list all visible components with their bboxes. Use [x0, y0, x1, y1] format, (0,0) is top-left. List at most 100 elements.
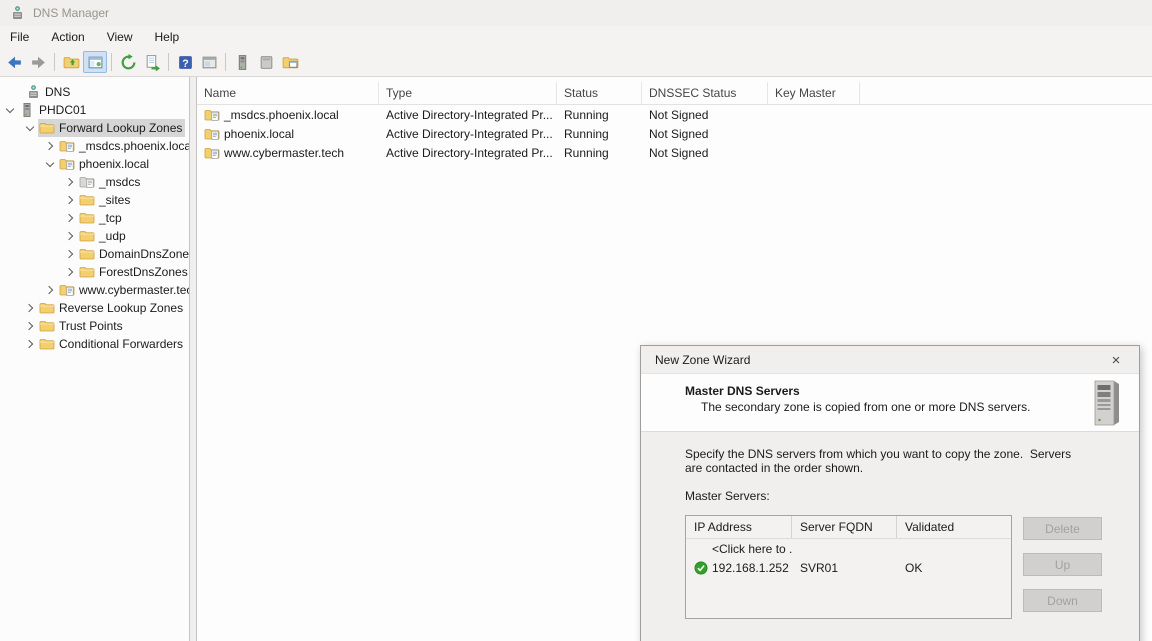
tree-item-forestdnszones[interactable]: ForestDnsZones: [0, 263, 189, 281]
back-arrow-icon[interactable]: [2, 51, 26, 73]
chevron-right-icon[interactable]: [22, 341, 38, 347]
chevron-right-icon[interactable]: [62, 197, 78, 203]
wizard-instruction: Specify the DNS servers from which you w…: [685, 447, 1077, 475]
column-header-key-master[interactable]: Key Master: [768, 82, 860, 104]
tree-item--msdcs[interactable]: _msdcs: [0, 173, 189, 191]
close-icon[interactable]: ×: [1105, 350, 1127, 370]
properties-window-icon[interactable]: [197, 51, 221, 73]
window-pane-icon[interactable]: [254, 51, 278, 73]
tree-item-body: phoenix.local: [58, 155, 152, 173]
delete-button[interactable]: Delete: [1023, 517, 1102, 540]
tree-item-label: Forward Lookup Zones: [59, 121, 182, 135]
tree-item-body: Reverse Lookup Zones: [38, 299, 186, 317]
tree-item-label: _udp: [99, 229, 126, 243]
toolbar: ?: [0, 48, 1152, 77]
chevron-right-icon[interactable]: [62, 215, 78, 221]
chevron-right-icon[interactable]: [62, 233, 78, 239]
ms-column-header-ip-address[interactable]: IP Address: [686, 516, 792, 538]
zone-row-phoenix-local[interactable]: phoenix.localActive Directory-Integrated…: [197, 124, 1152, 143]
ms-ip-cell[interactable]: <Click here to ...: [686, 542, 792, 556]
zone-status: Running: [557, 146, 642, 160]
ms-ip-cell[interactable]: 192.168.1.252: [686, 561, 792, 575]
forward-arrow-icon[interactable]: [26, 51, 50, 73]
tree-item-label: Trust Points: [59, 319, 123, 333]
chevron-down-icon[interactable]: [42, 162, 58, 166]
list-header: NameTypeStatusDNSSEC StatusKey Master: [197, 82, 1152, 105]
console-tree: DNS PHDC01 Forward Lookup Zones _msdcs.phoe…: [0, 77, 190, 641]
menu-bar: File Action View Help: [0, 26, 1152, 48]
wizard-page-title: Master DNS Servers: [685, 384, 800, 398]
folder-icon: [79, 264, 95, 280]
server-stack-icon[interactable]: [230, 51, 254, 73]
zone-name: phoenix.local: [224, 127, 294, 141]
zone-row--msdcs-phoenix-local[interactable]: _msdcs.phoenix.localActive Directory-Int…: [197, 105, 1152, 124]
refresh-icon[interactable]: [116, 51, 140, 73]
zone-icon: [59, 282, 75, 298]
tree-item--udp[interactable]: _udp: [0, 227, 189, 245]
zone-name: _msdcs.phoenix.local: [224, 108, 339, 122]
tree-item--tcp[interactable]: _tcp: [0, 209, 189, 227]
tree-item-www-cybermaster-tech[interactable]: www.cybermaster.tech: [0, 281, 189, 299]
tree-item--sites[interactable]: _sites: [0, 191, 189, 209]
chevron-right-icon[interactable]: [42, 143, 58, 149]
tree-item-label: DNS: [45, 85, 70, 99]
zone-row-www-cybermaster-tech[interactable]: www.cybermaster.techActive Directory-Int…: [197, 143, 1152, 162]
folder-window-icon[interactable]: [278, 51, 302, 73]
column-header-dnssec-status[interactable]: DNSSEC Status: [642, 82, 768, 104]
ms-column-header-server-fqdn[interactable]: Server FQDN: [792, 516, 897, 538]
toolbar-separator: [225, 53, 226, 71]
master-server-row-1[interactable]: 192.168.1.252SVR01OK: [686, 558, 1011, 577]
menu-item-file[interactable]: File: [2, 28, 37, 46]
column-header-status[interactable]: Status: [557, 82, 642, 104]
tree-item-reverse-lookup-zones[interactable]: Reverse Lookup Zones: [0, 299, 189, 317]
tree-item-label: DomainDnsZones: [99, 247, 190, 261]
export-list-icon[interactable]: [140, 51, 164, 73]
up-one-level-icon[interactable]: [59, 51, 83, 73]
tree-item-phoenix-local[interactable]: phoenix.local: [0, 155, 189, 173]
ms-fqdn-cell: SVR01: [792, 561, 897, 575]
menu-item-action[interactable]: Action: [43, 28, 92, 46]
chevron-right-icon[interactable]: [22, 323, 38, 329]
tree-item-body: DomainDnsZones: [78, 245, 190, 263]
tree-item-conditional-forwarders[interactable]: Conditional Forwarders: [0, 335, 189, 353]
chevron-right-icon[interactable]: [42, 287, 58, 293]
chevron-down-icon[interactable]: [2, 108, 18, 112]
menu-item-help[interactable]: Help: [147, 28, 188, 46]
menu-item-view[interactable]: View: [99, 28, 141, 46]
dns-manager-app-icon: [9, 5, 25, 21]
window-title: DNS Manager: [33, 6, 109, 20]
up-button[interactable]: Up: [1023, 553, 1102, 576]
tree-item-body: _sites: [78, 191, 133, 209]
column-header-name[interactable]: Name: [197, 82, 379, 104]
tree-item-label: phoenix.local: [79, 157, 149, 171]
down-button[interactable]: Down: [1023, 589, 1102, 612]
tree-item--msdcs-phoenix-local[interactable]: _msdcs.phoenix.local: [0, 137, 189, 155]
toolbar-separator: [168, 53, 169, 71]
chevron-right-icon[interactable]: [62, 179, 78, 185]
dialog-title-bar: New Zone Wizard: [641, 346, 1139, 373]
ms-ip-text: <Click here to ...: [712, 542, 792, 556]
server-tower-icon: [1090, 379, 1122, 430]
zone-icon: [204, 107, 220, 123]
ms-column-header-validated[interactable]: Validated: [897, 516, 1011, 538]
tree-item-dns[interactable]: DNS: [0, 83, 189, 101]
tree-item-body: www.cybermaster.tech: [58, 281, 190, 299]
chevron-right-icon[interactable]: [62, 269, 78, 275]
tree-item-phdc01[interactable]: PHDC01: [0, 101, 189, 119]
show-hide-console-tree-icon[interactable]: [83, 51, 107, 73]
folder-icon: [79, 210, 95, 226]
master-servers-table[interactable]: IP AddressServer FQDNValidated <Click he…: [685, 515, 1012, 619]
svg-text:?: ?: [182, 57, 188, 69]
zone-type: Active Directory-Integrated Pr...: [379, 146, 557, 160]
master-servers-table-rows: <Click here to ... 192.168.1.252SVR01OK: [686, 539, 1011, 577]
tree-item-forward-lookup-zones[interactable]: Forward Lookup Zones: [0, 119, 189, 137]
ms-validated-cell: OK: [897, 561, 1011, 575]
help-icon[interactable]: ?: [173, 51, 197, 73]
master-server-row-0[interactable]: <Click here to ...: [686, 539, 1011, 558]
chevron-down-icon[interactable]: [22, 126, 38, 130]
column-header-type[interactable]: Type: [379, 82, 557, 104]
tree-item-trust-points[interactable]: Trust Points: [0, 317, 189, 335]
chevron-right-icon[interactable]: [62, 251, 78, 257]
tree-item-domaindnszones[interactable]: DomainDnsZones: [0, 245, 189, 263]
chevron-right-icon[interactable]: [22, 305, 38, 311]
